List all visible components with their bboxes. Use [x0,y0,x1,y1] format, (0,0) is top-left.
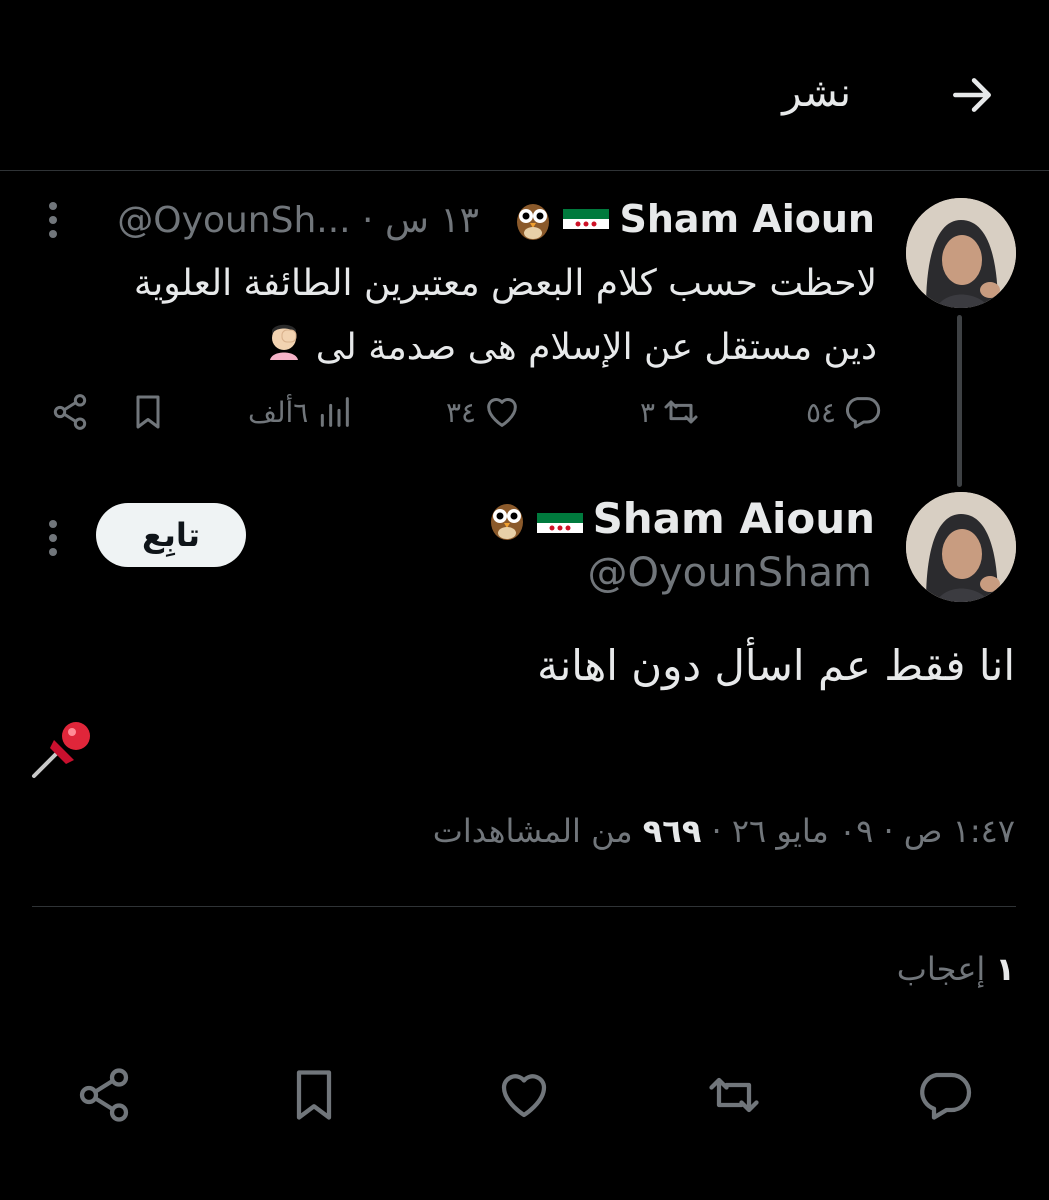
reply-action[interactable]: ٥٤ [806,390,882,434]
bookmark-icon [296,1070,332,1120]
like-action[interactable]: ٣٤ [446,390,522,434]
post-date[interactable]: ٠٩ مايو ٢٦ [732,812,873,850]
likes-summary[interactable]: ١ إعجاب [897,950,1015,988]
repost-action[interactable]: ٣ [640,390,701,434]
top-bar: نشر [0,0,1049,171]
parent-meta: @OyounSh... · ١٣ س [117,200,479,241]
views-action[interactable]: ٦ألف [248,390,354,434]
handle[interactable]: @OyounSham [587,550,872,596]
repost-button[interactable] [704,1065,764,1125]
post-meta: ١:٤٧ ص · ٠٩ مايو ٢٦ · ٩٦٩ من المشاهدات [115,812,1015,850]
views-chart-icon [321,397,350,427]
views-label: من المشاهدات [432,812,633,850]
facepalm-emoji-icon [264,317,304,381]
reply-icon [920,1072,972,1120]
like-count: ٣٤ [446,395,477,429]
syria-flag-icon [563,204,610,239]
share-icon [79,1068,129,1122]
thread-connector [957,315,962,487]
bookmark-action[interactable] [128,390,168,434]
reply-icon [846,397,881,429]
heart-icon [487,398,517,427]
separator: · [873,812,894,850]
follow-button[interactable]: تابِع [96,503,246,567]
pushpin-emoji-icon [28,718,96,782]
main-avatar[interactable] [906,492,1016,602]
share-action[interactable] [50,390,90,434]
repost-icon [709,1077,759,1113]
syria-flag-icon [536,504,583,543]
more-options-icon[interactable] [48,520,58,560]
parent-tweet-text: لاحظت حسب كلام البعض معتبرين الطائفة الع… [87,252,877,381]
post-time[interactable]: ١٣ س [385,200,479,241]
parent-author[interactable]: Sham Aioun [513,196,875,242]
text-line: لاحظت حسب كلام البعض معتبرين الطائفة الع… [133,263,877,304]
separator: · [701,812,722,850]
likes-label: إعجاب [896,950,986,988]
arrow-right-icon[interactable] [947,70,997,120]
post-time[interactable]: ١:٤٧ ص [904,812,1015,850]
like-button[interactable] [494,1065,554,1125]
reply-count: ٥٤ [806,395,837,429]
heart-icon [501,1074,547,1118]
divider [32,906,1016,907]
repost-icon [664,400,698,424]
share-icon [53,394,87,430]
parent-avatar[interactable] [906,198,1016,308]
bookmark-button[interactable] [284,1065,344,1125]
owl-emoji-icon [487,496,527,542]
repost-count: ٣ [640,395,656,429]
main-author[interactable]: Sham Aioun [487,494,875,543]
handle[interactable]: @OyounSh... [117,200,350,241]
author-name: Sham Aioun [592,494,875,543]
owl-emoji-icon [513,196,553,242]
views-count: ٦ألف [248,395,309,429]
reply-button[interactable] [914,1065,974,1125]
text-line-2: دين مستقل عن الإسلام هى صدمة لى [87,316,877,381]
page-title: نشر [782,70,851,116]
author-name: Sham Aioun [619,197,875,241]
likes-count: ١ [995,950,1015,988]
text-line: دين مستقل عن الإسلام هى صدمة لى [315,327,877,368]
share-button[interactable] [74,1065,134,1125]
more-options-icon[interactable] [48,202,58,242]
separator: · [362,200,385,241]
views-count: ٩٦٩ [642,812,702,850]
bookmark-icon [136,395,160,429]
main-tweet-text: انا فقط عم اسأل دون اهانة [537,641,1015,690]
